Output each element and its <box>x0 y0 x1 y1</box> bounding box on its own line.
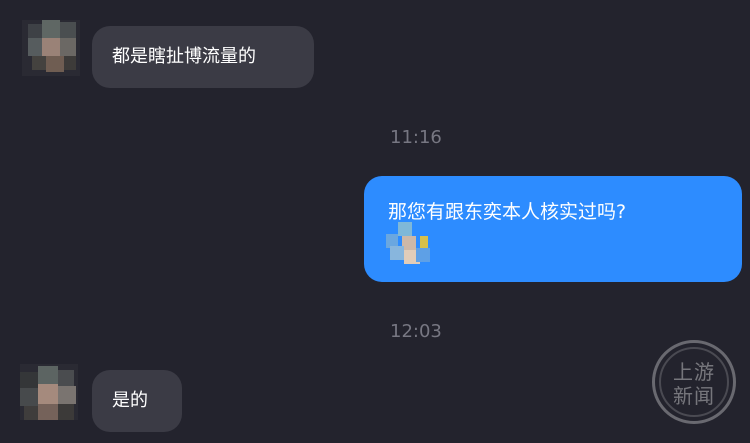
message-timestamp: 11:16 <box>390 127 442 148</box>
incoming-message-bubble[interactable]: 是的 <box>92 370 182 432</box>
message-timestamp: 12:03 <box>390 321 442 342</box>
watermark-logo: 上游 新闻 <box>652 340 736 424</box>
watermark-line1: 上游 <box>673 360 715 384</box>
message-text: 都是瞎扯博流量的 <box>112 46 256 67</box>
message-text: 是的 <box>112 390 148 411</box>
contact-avatar[interactable] <box>22 20 80 76</box>
incoming-message-bubble[interactable]: 都是瞎扯博流量的 <box>92 26 314 88</box>
watermark-line2: 新闻 <box>673 384 715 408</box>
sticker-icon[interactable] <box>384 220 436 268</box>
chat-thread[interactable]: 都是瞎扯博流量的 11:16 那您有跟东奕本人核实过吗? 12:03 是的 上游 <box>0 0 750 443</box>
contact-avatar[interactable] <box>20 364 78 420</box>
